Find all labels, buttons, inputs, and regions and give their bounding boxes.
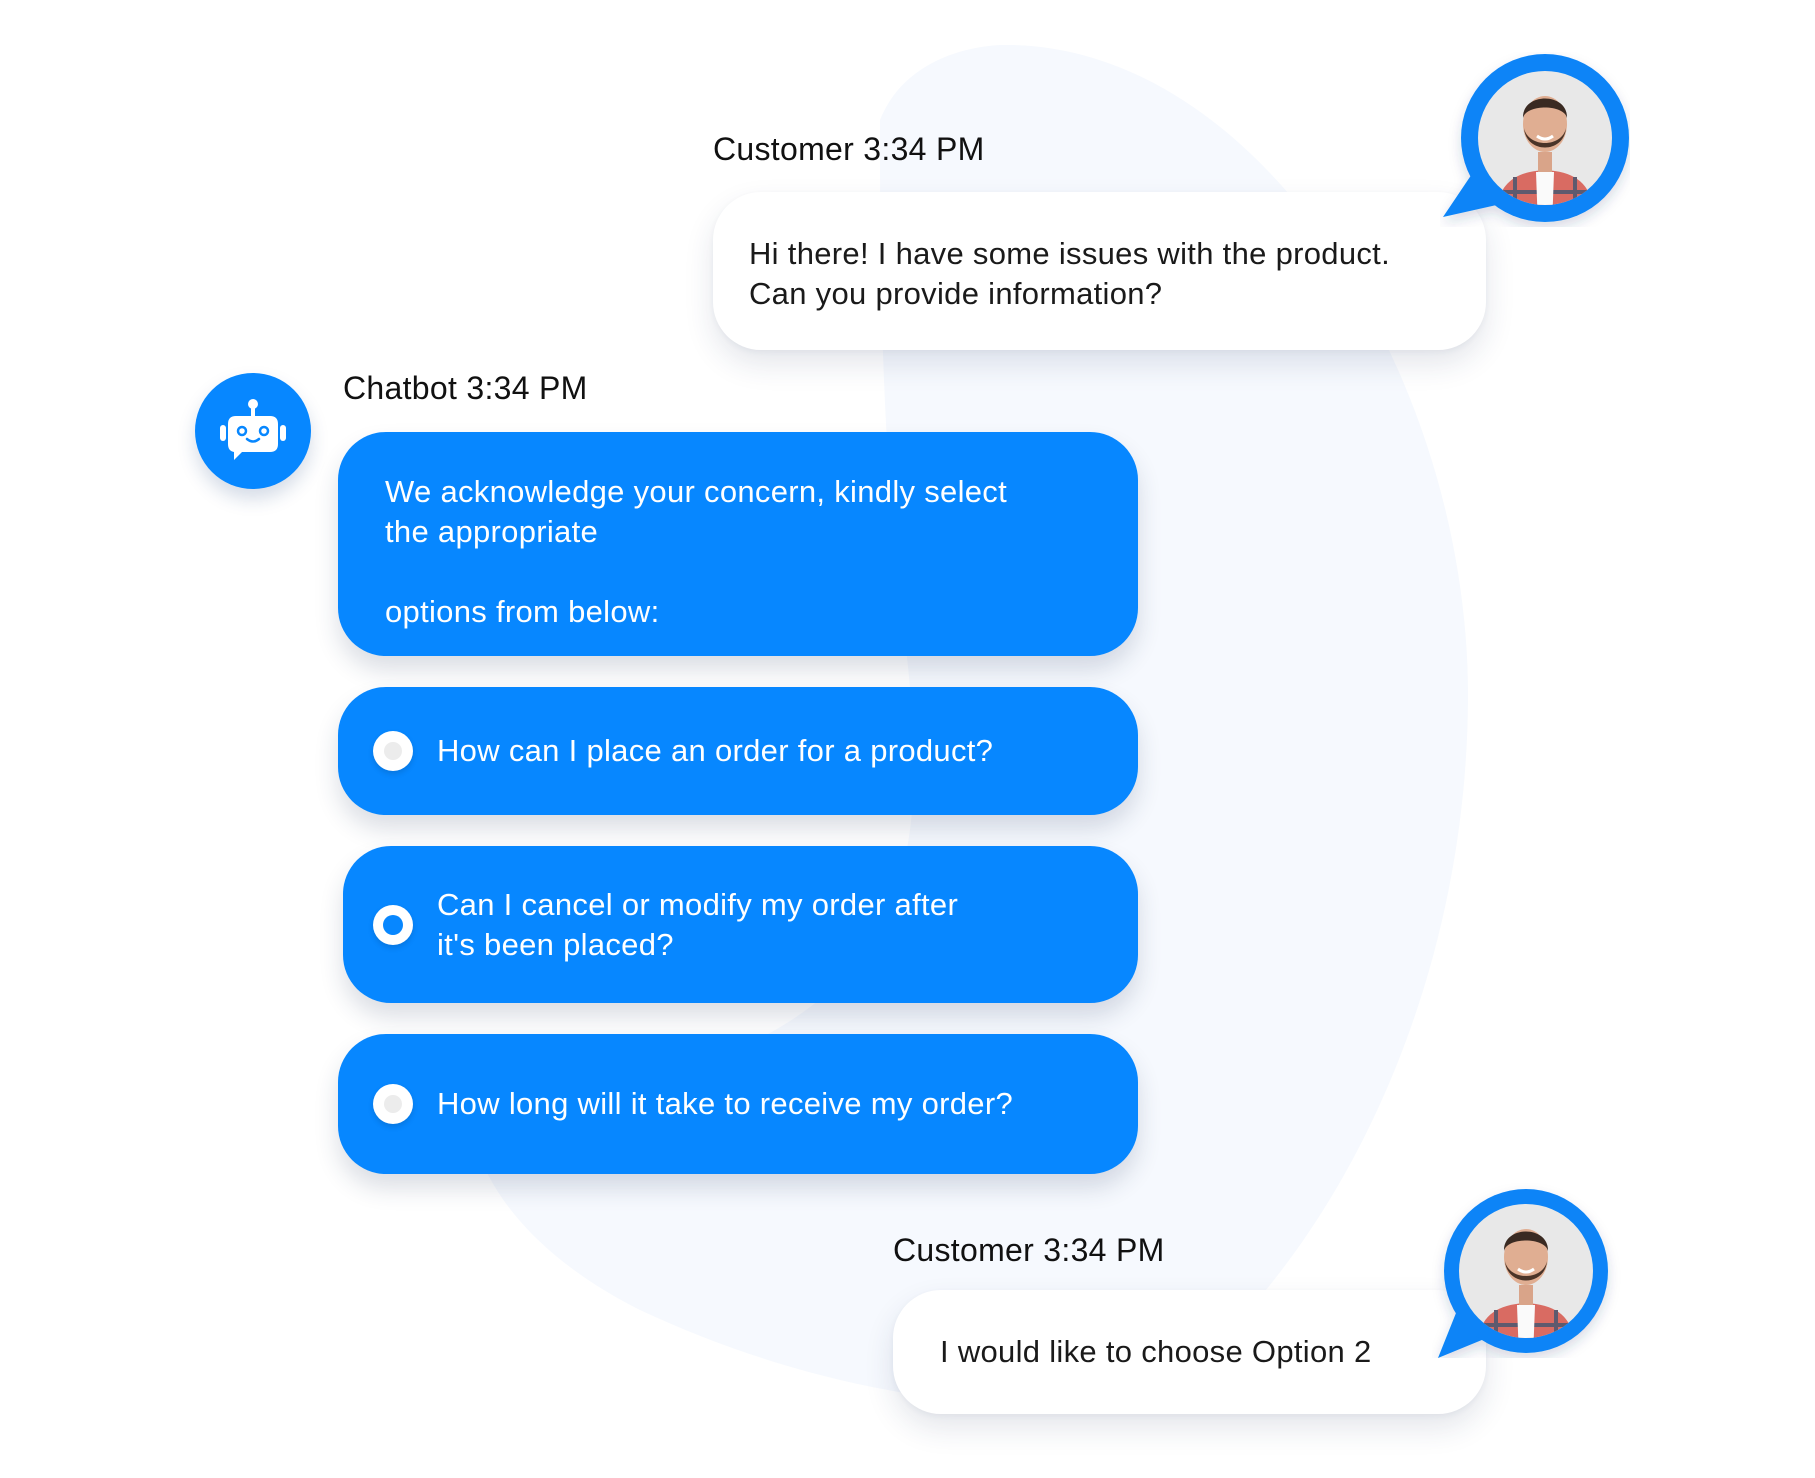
customer-avatar [1440, 52, 1630, 227]
option-1-radio[interactable] [373, 731, 413, 771]
message-text-line: I would like to choose Option 2 [940, 1334, 1372, 1369]
robot-icon [220, 399, 286, 460]
message-header-customer: Customer 3:34 PM [713, 131, 985, 167]
radio-dot-icon [384, 742, 402, 760]
option-1-label: How can I place an order for a product? [437, 733, 994, 768]
option-2-radio-selected[interactable] [373, 904, 413, 945]
option-1-button[interactable]: How can I place an order for a product? [338, 687, 1138, 815]
option-3-button[interactable]: How long will it take to receive my orde… [338, 1034, 1138, 1174]
customer-photo-avatar-icon [1443, 54, 1629, 222]
message-text-line: Can you provide information? [749, 276, 1163, 311]
message-header-customer: Customer 3:34 PM [893, 1232, 1165, 1268]
option-2-button[interactable]: Can I cancel or modify my order after it… [343, 846, 1138, 1003]
message-text-line [385, 552, 1138, 592]
message-header-chatbot: Chatbot 3:34 PM [343, 370, 588, 406]
customer-avatar [1432, 1183, 1622, 1358]
customer-photo-avatar-icon [1438, 1189, 1608, 1358]
option-2-label: Can I cancel or modify my order after it… [437, 885, 958, 965]
chatbot-avatar [195, 373, 311, 489]
option-3-radio[interactable] [373, 1084, 413, 1124]
message-text-line: the appropriate [385, 514, 599, 549]
option-2-label-line: Can I cancel or modify my order after [437, 886, 959, 922]
customer-reply-bubble: I would like to choose Option 2 [893, 1290, 1486, 1414]
message-text-line: Hi there! I have some issues with the pr… [749, 236, 1390, 271]
radio-dot-icon [383, 914, 403, 935]
chatbot-message-bubble: We acknowledge your concern, kindly sele… [338, 432, 1138, 656]
customer-message-bubble: Hi there! I have some issues with the pr… [713, 192, 1486, 350]
radio-dot-icon [384, 1095, 402, 1113]
option-3-label: How long will it take to receive my orde… [437, 1086, 1013, 1121]
option-2-label-line: it's been placed? [437, 926, 674, 962]
message-text-line: options from below: [385, 594, 660, 629]
message-text-line: We acknowledge your concern, kindly sele… [385, 474, 1008, 509]
